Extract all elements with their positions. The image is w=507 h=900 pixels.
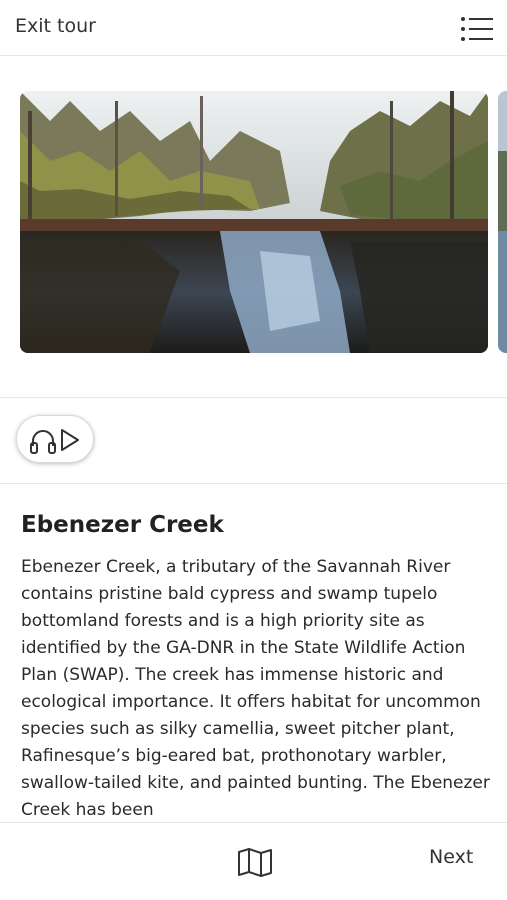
list-menu-icon[interactable]: [460, 16, 494, 42]
exit-tour-button[interactable]: Exit tour: [15, 15, 96, 37]
stop-title: Ebenezer Creek: [21, 512, 224, 538]
next-photo-preview[interactable]: [498, 91, 507, 353]
divider: [0, 483, 507, 484]
stop-description: Ebenezer Creek, a tributary of the Savan…: [21, 557, 490, 820]
audio-play-button[interactable]: [16, 415, 94, 463]
creek-photo[interactable]: [20, 91, 488, 353]
stop-content: Ebenezer Creek Ebenezer Creek, a tributa…: [21, 512, 491, 822]
next-button[interactable]: Next: [429, 846, 473, 868]
bottom-bar: Next: [0, 822, 507, 900]
map-icon[interactable]: [237, 847, 273, 877]
top-bar: Exit tour: [0, 0, 507, 56]
headphones-play-icon: [30, 429, 79, 454]
divider: [0, 397, 507, 398]
photo-gallery[interactable]: [0, 57, 507, 397]
